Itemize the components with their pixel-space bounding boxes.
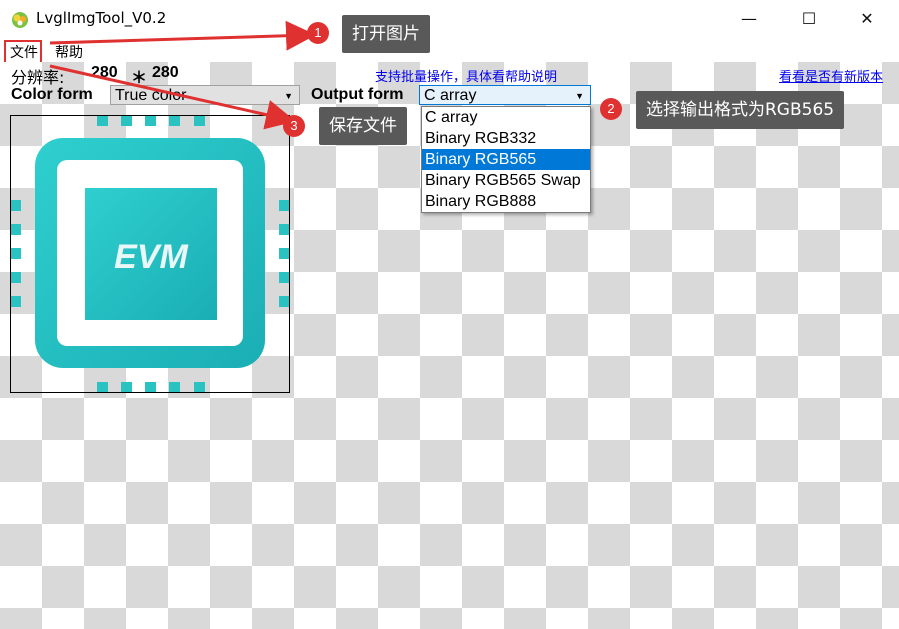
callout-open-image: 打开图片 — [342, 15, 430, 53]
arrow-save-to-file-menu — [49, 64, 296, 130]
step-badge-2: 2 — [600, 98, 622, 120]
step-badge-3: 3 — [283, 115, 305, 137]
callout-select-format: 选择输出格式为RGB565 — [636, 91, 845, 129]
app-window: LvglImgTool_V0.2 — ☐ ✕ 文件 帮助 分辨率: 280 ＊ … — [0, 0, 899, 629]
callout-save-file: 保存文件 — [319, 107, 407, 145]
arrow-to-file-menu — [49, 20, 316, 51]
step-badge-1: 1 — [307, 22, 329, 44]
